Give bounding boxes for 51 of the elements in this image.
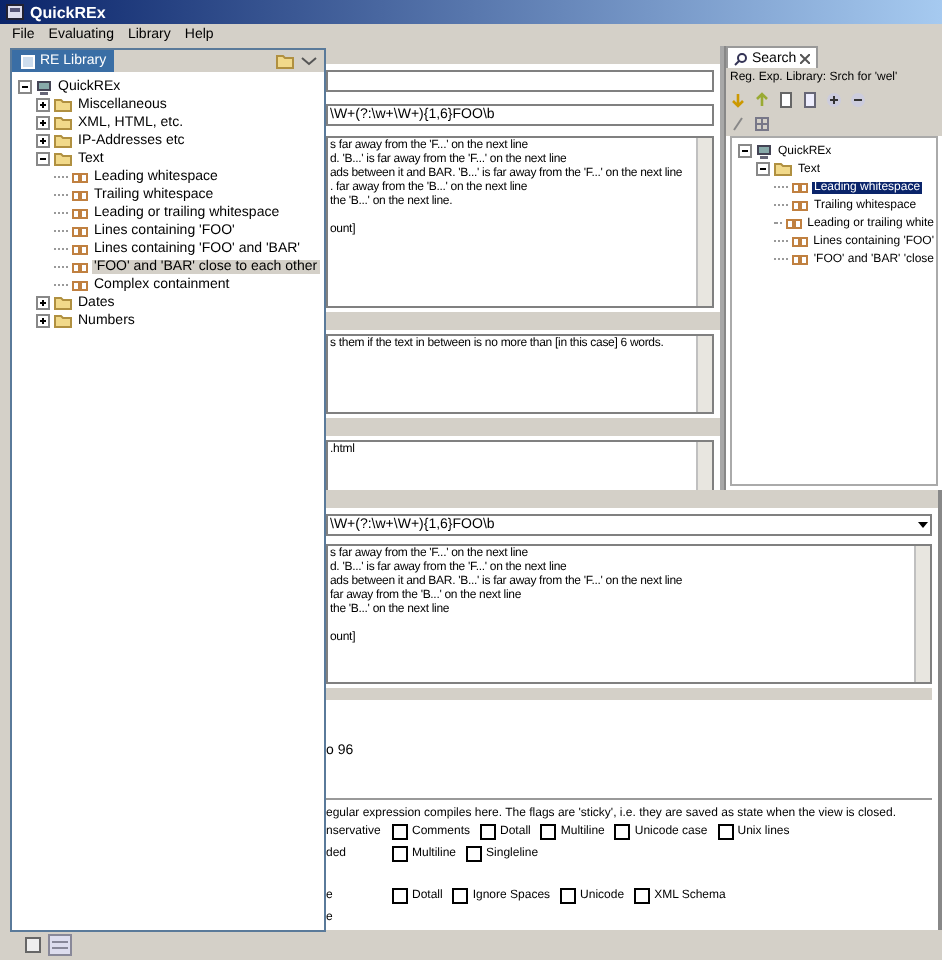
regex-icon <box>72 207 88 219</box>
checkbox[interactable] <box>614 823 631 839</box>
checkbox[interactable] <box>392 823 408 839</box>
checkbox[interactable] <box>634 887 651 903</box>
book-icon <box>20 53 36 69</box>
library-icon[interactable] <box>48 934 72 956</box>
caret-icon <box>916 518 930 532</box>
collapse-toggle[interactable] <box>738 144 752 158</box>
search-icon <box>734 51 748 65</box>
minus-icon[interactable] <box>850 92 866 108</box>
checkbox[interactable] <box>540 823 557 839</box>
expand-toggle[interactable] <box>36 314 50 328</box>
scrollbar[interactable] <box>696 336 712 412</box>
regex-icon <box>72 189 88 201</box>
checkbox[interactable] <box>452 887 469 903</box>
scrollbar[interactable] <box>914 546 930 682</box>
regex-icon <box>72 225 88 237</box>
computer-icon <box>36 79 52 95</box>
grid-icon[interactable] <box>754 116 770 132</box>
app-icon <box>6 4 24 20</box>
regex-icon <box>791 253 808 265</box>
regex-icon <box>72 171 88 183</box>
collapse-toggle[interactable] <box>756 162 770 176</box>
regex-icon <box>791 235 808 247</box>
regex-icon <box>72 279 88 291</box>
collapse-toggle[interactable] <box>18 80 32 94</box>
expand-toggle[interactable] <box>36 296 50 310</box>
checkbox[interactable] <box>560 887 577 903</box>
collapse-toggle[interactable] <box>36 152 50 166</box>
checkbox[interactable] <box>717 823 734 839</box>
folder-icon <box>774 162 792 176</box>
window-title: QuickREx <box>30 3 106 21</box>
regex-icon <box>72 243 88 255</box>
expand-toggle[interactable] <box>36 98 50 112</box>
computer-icon <box>756 143 772 159</box>
window-icon[interactable] <box>24 936 42 954</box>
regex-icon <box>72 261 88 273</box>
regex-icon <box>792 181 808 193</box>
expand-toggle[interactable] <box>36 134 50 148</box>
input-field[interactable] <box>326 70 714 92</box>
checkbox[interactable] <box>392 887 408 903</box>
plus-icon[interactable] <box>826 92 842 108</box>
checkbox[interactable] <box>392 845 408 861</box>
scrollbar[interactable] <box>696 138 712 306</box>
close-icon[interactable] <box>800 53 811 63</box>
expand-toggle[interactable] <box>36 116 50 130</box>
checkbox[interactable] <box>466 845 483 861</box>
regex-icon <box>792 199 808 211</box>
checkbox[interactable] <box>480 823 497 839</box>
menu-icon[interactable] <box>300 52 318 70</box>
regex-icon <box>785 217 802 229</box>
